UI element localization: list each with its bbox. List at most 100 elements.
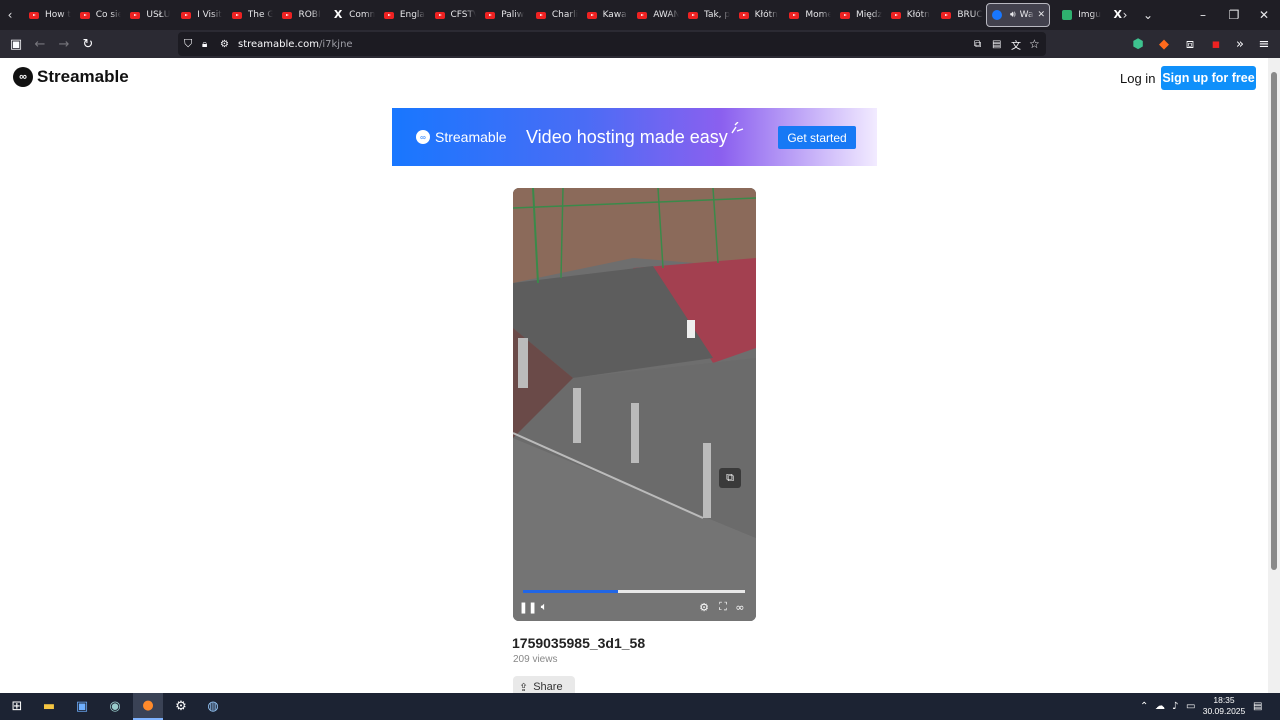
youtube-icon [637,10,648,20]
tab[interactable]: Mome [780,0,831,30]
video-progress-bar[interactable] [523,590,745,593]
tab-active[interactable]: 🔊︎ Wa ✕ [986,3,1051,27]
sidebar-icon[interactable]: ▣ [4,30,28,58]
restore-icon[interactable]: ❐ [1218,0,1250,30]
overflow-menu-icon[interactable]: » [1228,30,1252,58]
reader-view-icon[interactable]: ▤ [992,39,1001,50]
youtube-icon [282,10,293,20]
streamable-logo-icon: ∞ [416,130,430,144]
firefox-icon[interactable]: ● [133,693,163,720]
extensions-puzzle-icon[interactable]: ⧈ [1178,30,1202,58]
tab-title: Kłótn [906,10,930,20]
tab-title: Międz [856,10,882,20]
tab[interactable]: Międz [831,0,882,30]
reload-icon[interactable]: ↻ [76,30,100,58]
youtube-icon [941,10,952,20]
share-label: Share [533,681,563,693]
page-content: ∞ Streamable Log in Sign up for free ∞ S… [0,58,1268,693]
tab[interactable]: CFSTV [426,0,476,30]
settings-gear-icon[interactable]: ⚙︎ [697,600,711,614]
close-window-icon[interactable]: ✕ [1248,0,1280,30]
tab[interactable]: I Visit [172,0,223,30]
app-menu-icon[interactable]: ≡ [1252,30,1276,58]
share-button[interactable]: ⇪ Share [513,676,575,693]
youtube-icon [535,10,546,20]
tab[interactable]: Kłótn [730,0,781,30]
extension-fox-icon[interactable]: ◆ [1152,30,1176,58]
minimize-icon[interactable]: – [1187,0,1219,30]
extension-badge-icon[interactable]: ▪ [1204,30,1228,58]
tab-scroll-left-icon[interactable]: ‹ [0,0,20,30]
steam-icon[interactable]: ◉ [100,693,130,720]
address-bar[interactable]: ⛉ 🔒︎ ⚙︎ streamable.com/i7kjne ⧉ ▤ 文 ☆ [178,32,1046,56]
permissions-icon[interactable]: ⚙︎ [220,39,229,50]
clock[interactable]: 18:35 30.09.2025 [1199,695,1249,717]
extension-shield-icon[interactable]: ⬢ [1126,30,1150,58]
tab-title: BRUC [957,10,983,20]
tab-scroll-right-icon[interactable]: › [1118,0,1132,30]
tab-title: Charli [551,10,578,20]
pause-icon[interactable]: ❚❚ [519,600,537,614]
site-logo[interactable]: ∞ Streamable [13,67,129,87]
banner-logo-text: Streamable [435,129,507,145]
fullscreen-icon[interactable]: ⛶ [716,600,730,614]
lock-icon[interactable]: 🔒︎ [202,39,207,50]
page-scrollbar[interactable] [1268,58,1280,693]
file-explorer-icon[interactable]: ▬ [34,693,64,720]
back-icon[interactable]: ← [28,30,52,58]
tab[interactable]: Imgu [1053,0,1104,30]
settings-icon[interactable]: ⚙︎ [166,693,196,720]
tab[interactable]: The G [223,0,273,30]
list-all-tabs-icon[interactable]: ⌄ [1140,0,1156,30]
tab-close-icon[interactable]: ✕ [1038,10,1046,20]
url-host: streamable.com [238,38,319,50]
tab-title: Co się [95,10,122,20]
login-link[interactable]: Log in [1120,71,1155,86]
tab[interactable]: Engla [375,0,426,30]
tab[interactable]: BRUC [932,0,983,30]
scrollbar-thumb[interactable] [1271,72,1277,570]
tab-title: ROBI [298,10,321,20]
tracking-shield-icon[interactable]: ⛉ [184,37,192,51]
tab-audio-icon[interactable]: 🔊︎ [1010,10,1016,20]
tab-title: USŁU [146,10,171,20]
onedrive-icon[interactable]: ☁︎ [1155,693,1165,720]
imgur-icon [1062,10,1073,20]
picture-in-picture-icon[interactable]: ⧉ [974,39,981,50]
get-started-button[interactable]: Get started [778,126,856,149]
tab[interactable]: USŁU [121,0,172,30]
tab[interactable]: Kawal [578,0,628,30]
network-icon[interactable]: ▭ [1186,693,1195,720]
notifications-icon[interactable]: ▤ [1253,693,1262,720]
volume-icon[interactable]: 🔈︎ [537,600,551,614]
youtube-icon [434,10,445,20]
tab[interactable]: Paliw [476,0,527,30]
tab[interactable]: Tak, p [679,0,730,30]
tab[interactable]: Kłótn [882,0,933,30]
tab[interactable]: X Comm [324,0,375,30]
remote-desktop-icon[interactable]: ▣ [67,693,97,720]
video-player[interactable]: ⧉ ❚❚ 🔈︎ ⚙︎ ⛶ ∞ [513,188,756,621]
tray-overflow-icon[interactable]: ⌃ [1140,693,1148,720]
tab[interactable]: Charli [527,0,578,30]
share-icon: ⇪ [519,681,529,694]
youtube-icon [29,10,39,20]
translate-icon[interactable]: 文 [1011,37,1021,52]
tab[interactable]: How t [20,0,71,30]
signup-button[interactable]: Sign up for free [1161,66,1256,90]
forward-icon[interactable]: → [52,30,76,58]
app-icon[interactable]: ◍ [198,693,228,720]
promo-banner[interactable]: ∞ Streamable Video hosting made easy Get… [392,108,877,166]
microphone-icon[interactable]: ♪ [1172,693,1178,720]
start-menu-icon[interactable]: ⊞ [2,693,32,720]
tab[interactable]: ROBI [273,0,324,30]
tab-title: Paliw [501,10,525,20]
nav-bar: ▣ ← → ↻ ⛉ 🔒︎ ⚙︎ streamable.com/i7kjne ⧉ … [0,30,1280,58]
x-icon: X [333,8,343,21]
url-text[interactable]: streamable.com/i7kjne [238,39,353,50]
tab[interactable]: AWAN [628,0,679,30]
picture-in-picture-button-icon[interactable]: ⧉ [719,468,741,488]
bookmark-star-icon[interactable]: ☆ [1029,37,1040,51]
tab[interactable]: Co się [71,0,122,30]
streamable-watermark-icon[interactable]: ∞ [733,600,747,614]
